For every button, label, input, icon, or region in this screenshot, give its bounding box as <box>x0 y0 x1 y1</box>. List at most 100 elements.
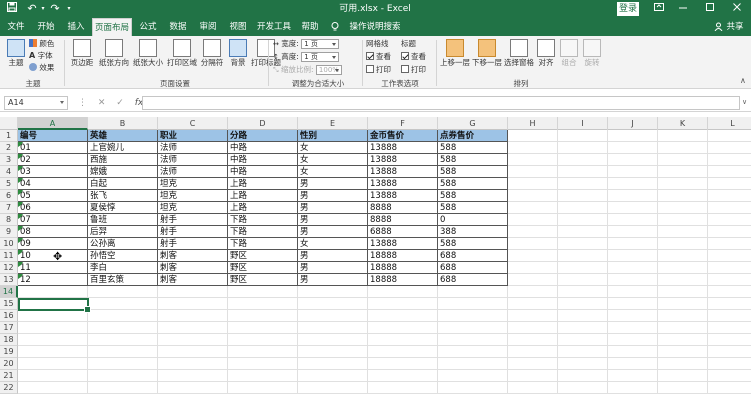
tab-developer[interactable]: 开发工具 <box>254 18 294 36</box>
empty-cell[interactable] <box>608 262 658 274</box>
empty-cell[interactable] <box>508 262 558 274</box>
table-cell[interactable]: 08 <box>18 226 88 238</box>
empty-cell[interactable] <box>558 358 608 370</box>
undo-icon[interactable]: ↶ <box>25 2 39 16</box>
empty-cell[interactable] <box>508 286 558 298</box>
empty-cell[interactable] <box>658 226 708 238</box>
empty-cell[interactable] <box>708 298 751 310</box>
empty-cell[interactable] <box>228 346 298 358</box>
empty-cell[interactable] <box>608 382 658 394</box>
empty-cell[interactable] <box>658 382 708 394</box>
table-cell[interactable]: 588 <box>438 202 508 214</box>
table-header-cell[interactable]: 金币售价 <box>368 130 438 142</box>
empty-cell[interactable] <box>658 298 708 310</box>
table-header-cell[interactable]: 性别 <box>298 130 368 142</box>
empty-cell[interactable] <box>508 250 558 262</box>
empty-cell[interactable] <box>88 286 158 298</box>
empty-cell[interactable] <box>608 226 658 238</box>
table-cell[interactable]: 09 <box>18 238 88 250</box>
empty-cell[interactable] <box>708 310 751 322</box>
worksheet-grid[interactable]: ABCDEFGHIJKL 1 2 3 4 5 6 7 8 9 10 11 12 13 14 15 16 17 18… <box>0 117 751 400</box>
empty-cell[interactable] <box>88 310 158 322</box>
tab-data[interactable]: 数据 <box>164 18 192 36</box>
empty-cell[interactable] <box>558 262 608 274</box>
empty-cell[interactable] <box>708 382 751 394</box>
column-header-j[interactable]: J <box>608 117 658 130</box>
empty-cell[interactable] <box>18 346 88 358</box>
empty-cell[interactable] <box>508 130 558 142</box>
table-cell[interactable]: 百里玄策 <box>88 274 158 286</box>
row-header-16[interactable]: 16 <box>0 310 18 322</box>
row-header-14[interactable]: 14 <box>0 286 18 298</box>
empty-cell[interactable] <box>558 238 608 250</box>
table-header-cell[interactable]: 编号 <box>18 130 88 142</box>
empty-cell[interactable] <box>228 382 298 394</box>
table-cell[interactable]: 女 <box>298 238 368 250</box>
empty-cell[interactable] <box>508 154 558 166</box>
empty-cell[interactable] <box>608 346 658 358</box>
empty-cell[interactable] <box>298 298 368 310</box>
empty-cell[interactable] <box>18 310 88 322</box>
name-box[interactable]: A14 <box>4 96 68 110</box>
empty-cell[interactable] <box>158 310 228 322</box>
empty-cell[interactable] <box>158 358 228 370</box>
empty-cell[interactable] <box>298 346 368 358</box>
empty-cell[interactable] <box>658 286 708 298</box>
column-header-b[interactable]: B <box>88 117 158 130</box>
ribbon-display-options-icon[interactable] <box>652 2 666 16</box>
empty-cell[interactable] <box>228 310 298 322</box>
empty-cell[interactable] <box>158 298 228 310</box>
table-cell[interactable]: 西施 <box>88 154 158 166</box>
row-header-17[interactable]: 17 <box>0 322 18 334</box>
empty-cell[interactable] <box>608 298 658 310</box>
empty-cell[interactable] <box>608 166 658 178</box>
empty-cell[interactable] <box>368 298 438 310</box>
column-header-e[interactable]: E <box>298 117 368 130</box>
table-cell[interactable]: 中路 <box>228 154 298 166</box>
table-cell[interactable]: 13888 <box>368 190 438 202</box>
table-cell[interactable]: 13888 <box>368 238 438 250</box>
row-header-15[interactable]: 15 <box>0 298 18 310</box>
table-cell[interactable]: 13888 <box>368 178 438 190</box>
selection-pane-button[interactable]: 选择窗格 <box>503 39 535 67</box>
row-header-12[interactable]: 12 <box>0 262 18 274</box>
table-cell[interactable]: 8888 <box>368 202 438 214</box>
table-cell[interactable]: 男 <box>298 250 368 262</box>
table-cell[interactable]: 公孙离 <box>88 238 158 250</box>
empty-cell[interactable] <box>438 358 508 370</box>
empty-cell[interactable] <box>658 154 708 166</box>
empty-cell[interactable] <box>708 214 751 226</box>
table-header-cell[interactable]: 分路 <box>228 130 298 142</box>
undo-dropdown-icon[interactable]: ▾ <box>39 2 47 16</box>
empty-cell[interactable] <box>158 334 228 346</box>
gridlines-view-checkbox[interactable]: 查看 <box>366 52 391 62</box>
tab-formulas[interactable]: 公式 <box>134 18 162 36</box>
table-cell[interactable]: 男 <box>298 178 368 190</box>
empty-cell[interactable] <box>658 202 708 214</box>
empty-cell[interactable] <box>608 178 658 190</box>
row-header-6[interactable]: 6 <box>0 190 18 202</box>
table-cell[interactable]: 588 <box>438 154 508 166</box>
row-header-9[interactable]: 9 <box>0 226 18 238</box>
empty-cell[interactable] <box>18 382 88 394</box>
empty-cell[interactable] <box>558 382 608 394</box>
empty-cell[interactable] <box>438 310 508 322</box>
minimize-icon[interactable] <box>676 2 690 16</box>
empty-cell[interactable] <box>658 166 708 178</box>
table-cell[interactable]: 刺客 <box>158 262 228 274</box>
empty-cell[interactable] <box>158 382 228 394</box>
empty-cell[interactable] <box>88 334 158 346</box>
empty-cell[interactable] <box>298 322 368 334</box>
save-icon[interactable] <box>6 2 18 16</box>
formula-input[interactable] <box>142 96 740 110</box>
empty-cell[interactable] <box>608 154 658 166</box>
enter-icon[interactable]: ✓ <box>116 98 124 108</box>
row-header-13[interactable]: 13 <box>0 274 18 286</box>
table-cell[interactable]: 法师 <box>158 154 228 166</box>
table-cell[interactable]: 13888 <box>368 154 438 166</box>
empty-cell[interactable] <box>708 130 751 142</box>
empty-cell[interactable] <box>708 154 751 166</box>
empty-cell[interactable] <box>708 358 751 370</box>
empty-cell[interactable] <box>88 370 158 382</box>
empty-cell[interactable] <box>298 286 368 298</box>
